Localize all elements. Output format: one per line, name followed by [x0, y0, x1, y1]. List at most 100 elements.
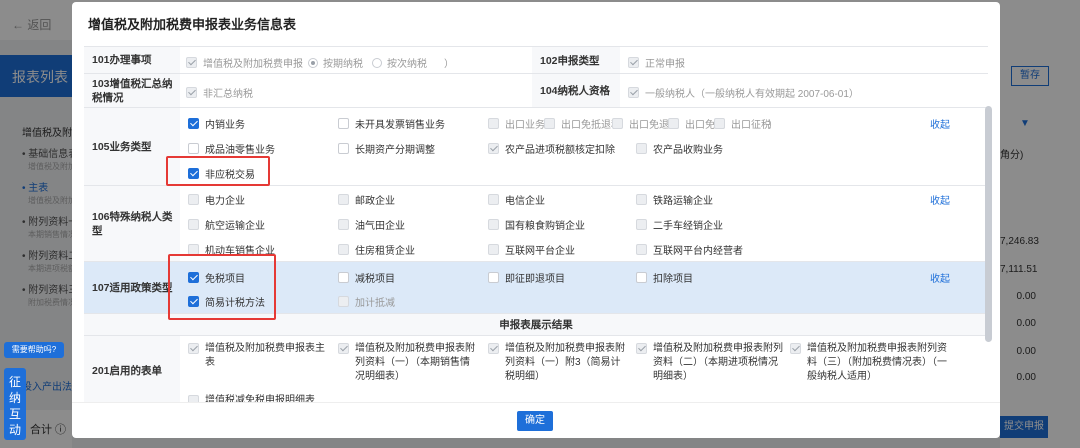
- form-attach1-3: 增值税及附加税费申报表附列资料（一）附3（简易计税明细）: [488, 342, 628, 384]
- option-telecom[interactable]: 电信企业: [488, 192, 545, 207]
- form-exemption: 增值税减免税申报明细表: [188, 394, 348, 402]
- checkbox-icon: [188, 143, 199, 154]
- collapse-link[interactable]: 收起: [930, 116, 950, 131]
- option-instant-refund[interactable]: 即征即退项目: [488, 270, 565, 285]
- form-attach2: 增值税及附加税费申报表附列资料（二）（本期进项税情况明细表）: [636, 342, 786, 384]
- modal-body: 101办理事项 增值税及附加税费申报（ 按期纳税 按次纳税 ） 102申报类型 …: [84, 42, 988, 402]
- option-label: 正常申报: [645, 59, 685, 70]
- checkbox-icon: [186, 57, 197, 68]
- option-label: 农产品收购业务: [653, 145, 723, 156]
- row-104-label: 104纳税人资格: [532, 74, 620, 107]
- option-platform-operator[interactable]: 互联网平台内经营者: [636, 242, 743, 257]
- checkbox-icon: [488, 194, 499, 205]
- option-no-invoice-sales[interactable]: 未开具发票销售业务: [338, 116, 445, 131]
- option-label: 二手车经销企业: [653, 221, 723, 232]
- option-label: 长期资产分期调整: [355, 145, 435, 156]
- form-label: 增值税及附加税费申报表附列资料（一）附3（简易计税明细）: [505, 343, 625, 382]
- checkbox-icon: [188, 118, 199, 129]
- radio-icon: [372, 57, 382, 68]
- option-label: 互联网平台企业: [505, 246, 575, 257]
- row-201-label: 201启用的表单: [84, 336, 180, 402]
- option-label: 即征即退项目: [505, 274, 565, 285]
- collapse-link[interactable]: 收起: [930, 192, 950, 207]
- checkbox-icon: [628, 57, 639, 68]
- option-long-term-asset[interactable]: 长期资产分期调整: [338, 141, 435, 156]
- option-label: 油气田企业: [355, 221, 405, 232]
- row-102-label: 102申报类型: [532, 47, 620, 73]
- option-non-summary: 非汇总纳税: [186, 85, 253, 100]
- option-postal[interactable]: 邮政企业: [338, 192, 395, 207]
- collapse-link[interactable]: 收起: [930, 270, 950, 285]
- radio-periodic[interactable]: 按期纳税: [308, 55, 363, 70]
- row-201: 201启用的表单 增值税及附加税费申报表主表 增值税及附加税费申报表附列资料（一…: [84, 336, 988, 402]
- option-label: 航空运输企业: [205, 221, 265, 232]
- modal-footer: 确定: [72, 402, 1000, 438]
- checkbox-icon: [636, 219, 647, 230]
- modal-title: 增值税及附加税费申报表业务信息表: [88, 17, 297, 32]
- confirm-button[interactable]: 确定: [517, 411, 553, 431]
- help-bubble[interactable]: 需要帮助吗?: [4, 342, 64, 358]
- checkbox-icon: [612, 118, 623, 129]
- checkbox-icon: [636, 244, 647, 255]
- option-deduction[interactable]: 扣除项目: [636, 270, 693, 285]
- checkbox-icon: [188, 395, 199, 402]
- option-additional-deduction: 加计抵减: [338, 294, 395, 309]
- option-agri-purchase[interactable]: 农产品收购业务: [636, 141, 723, 156]
- checkbox-icon: [488, 343, 499, 354]
- highlight-box-policy: [168, 254, 276, 320]
- option-normal-declare: 正常申报: [628, 55, 685, 70]
- row-106-label: 106特殊纳税人类型: [84, 186, 180, 261]
- option-railway[interactable]: 铁路运输企业: [636, 192, 713, 207]
- checkbox-icon: [338, 296, 349, 307]
- option-label: 国有粮食购销企业: [505, 221, 585, 232]
- option-used-car[interactable]: 二手车经销企业: [636, 217, 723, 232]
- option-label: 互联网平台内经营者: [653, 246, 743, 257]
- row-103: 103增值税汇总纳税情况 非汇总纳税 104纳税人资格 一般纳税人（一般纳税人有…: [84, 74, 988, 108]
- checkbox-icon: [714, 118, 725, 129]
- checkbox-icon: [488, 244, 499, 255]
- option-label: 加计抵减: [355, 298, 395, 309]
- option-export-levy: 出口征税: [714, 116, 771, 131]
- option-label: 出口征税: [731, 120, 771, 131]
- option-label: 住房租赁企业: [355, 246, 415, 257]
- form-label: 增值税及附加税费申报表附列资料（三）（附加税费情况表）（一般纳税人适用）: [807, 343, 947, 382]
- option-oil-retail[interactable]: 成品油零售业务: [188, 141, 275, 156]
- close-paren: ）: [444, 59, 454, 70]
- option-grain[interactable]: 国有粮食购销企业: [488, 217, 585, 232]
- radio-icon: [308, 57, 318, 68]
- option-internet-platform[interactable]: 互联网平台企业: [488, 242, 575, 257]
- row-103-label: 103增值税汇总纳税情况: [84, 74, 180, 107]
- option-aviation[interactable]: 航空运输企业: [188, 217, 265, 232]
- checkbox-icon: [544, 118, 555, 129]
- option-domestic-sales[interactable]: 内销业务: [188, 116, 245, 131]
- option-label: 电力企业: [205, 196, 245, 207]
- checkbox-icon: [636, 194, 647, 205]
- option-oilfield[interactable]: 油气田企业: [338, 217, 405, 232]
- option-label: 按期纳税: [323, 59, 363, 70]
- option-housing-rental[interactable]: 住房租赁企业: [338, 242, 415, 257]
- highlight-box-non-taxable: [166, 156, 270, 186]
- radio-per-transaction[interactable]: 按次纳税: [372, 55, 427, 70]
- option-power[interactable]: 电力企业: [188, 192, 245, 207]
- checkbox-icon: [338, 194, 349, 205]
- help-side-button[interactable]: 征纳互动: [4, 368, 26, 440]
- form-attach1: 增值税及附加税费申报表附列资料（一）（本期销售情况明细表）: [338, 342, 478, 384]
- checkbox-icon: [338, 272, 349, 283]
- option-reduced[interactable]: 减税项目: [338, 270, 395, 285]
- checkbox-icon: [636, 143, 647, 154]
- modal-scrollbar[interactable]: [985, 106, 992, 342]
- form-label: 增值税及附加税费申报表附列资料（二）（本期进项税情况明细表）: [653, 343, 783, 382]
- checkbox-icon: [488, 272, 499, 283]
- checkbox-icon: [186, 87, 197, 98]
- checkbox-icon: [338, 143, 349, 154]
- checkbox-icon: [188, 343, 199, 354]
- business-info-modal: 增值税及附加税费申报表业务信息表 101办理事项 增值税及附加税费申报（ 按期纳…: [72, 2, 1000, 438]
- checkbox-icon: [338, 343, 349, 354]
- checkbox-icon: [668, 118, 679, 129]
- row-101-label: 101办理事项: [84, 47, 180, 73]
- option-export-refund: 出口免抵退税: [544, 116, 621, 131]
- checkbox-icon: [338, 118, 349, 129]
- row-101: 101办理事项 增值税及附加税费申报（ 按期纳税 按次纳税 ） 102申报类型 …: [84, 46, 988, 74]
- form-label: 增值税及附加税费申报表附列资料（一）（本期销售情况明细表）: [355, 343, 475, 382]
- option-label: 增值税及附加税费申报（: [203, 59, 313, 70]
